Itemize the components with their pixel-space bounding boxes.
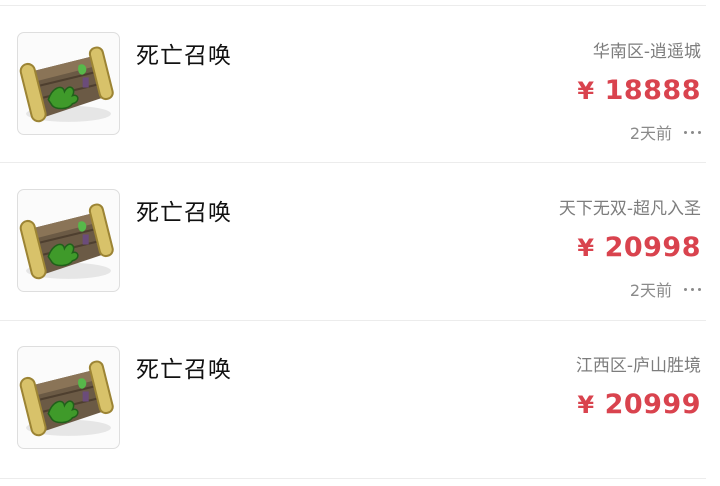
currency-symbol: ¥ bbox=[577, 234, 595, 262]
price-value: 18888 bbox=[604, 75, 701, 106]
scroll-item-icon-graphic bbox=[19, 46, 114, 123]
divider bbox=[0, 478, 706, 479]
scroll-item-icon-graphic bbox=[19, 203, 114, 280]
scroll-item-icon[interactable] bbox=[17, 346, 120, 449]
listing-server: 天下无双-超凡入圣 bbox=[558, 199, 701, 219]
listing-item[interactable]: 死亡召唤 华南区-逍遥城 ¥18888 2天前 bbox=[0, 6, 720, 162]
scroll-item-icon-graphic bbox=[19, 360, 114, 437]
more-options-icon[interactable] bbox=[684, 287, 701, 291]
price-value: 20999 bbox=[604, 389, 701, 420]
listing-server: 华南区-逍遥城 bbox=[592, 42, 701, 62]
listing-time: 2天前 bbox=[629, 124, 672, 143]
listing-item[interactable]: 死亡召唤 天下无双-超凡入圣 ¥20998 2天前 bbox=[0, 163, 720, 319]
listing-title[interactable]: 死亡召唤 bbox=[136, 350, 232, 384]
listing-time: 2天前 bbox=[629, 281, 672, 300]
listing-title[interactable]: 死亡召唤 bbox=[136, 36, 232, 70]
currency-symbol: ¥ bbox=[577, 77, 595, 105]
listing-price: ¥18888 bbox=[577, 75, 701, 106]
listing-price: ¥20999 bbox=[577, 389, 701, 420]
scroll-item-icon[interactable] bbox=[17, 189, 120, 292]
listing-meta: 2天前 bbox=[630, 277, 701, 301]
scroll-item-icon[interactable] bbox=[17, 32, 120, 135]
price-value: 20998 bbox=[604, 232, 701, 263]
more-options-icon[interactable] bbox=[684, 130, 701, 134]
listing-server: 江西区-庐山胜境 bbox=[575, 356, 701, 376]
listing-meta: 2天前 bbox=[630, 120, 701, 144]
listing-price: ¥20998 bbox=[577, 232, 701, 263]
listing-list: 死亡召唤 华南区-逍遥城 ¥18888 2天前 死亡召唤 天下无双-超凡入圣 ¥… bbox=[0, 0, 720, 486]
listing-item[interactable]: 死亡召唤 江西区-庐山胜境 ¥20999 bbox=[0, 320, 720, 476]
currency-symbol: ¥ bbox=[577, 391, 595, 419]
listing-title[interactable]: 死亡召唤 bbox=[136, 193, 232, 227]
